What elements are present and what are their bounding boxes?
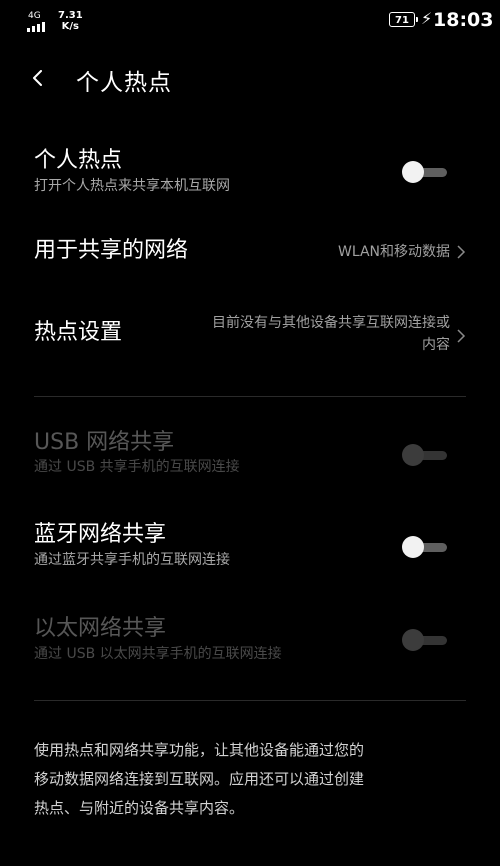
footer-description: 使用热点和网络共享功能，让其他设备能通过您的 移动数据网络连接到互联网。应用还可… [34, 736, 466, 823]
status-bar: 4G 7.31 K/s 71 ⚡ 18:03 [0, 0, 500, 40]
ethernet-tethering-subtitle: 通过 USB 以太网共享手机的互联网连接 [34, 646, 282, 662]
bluetooth-tethering-row[interactable]: 蓝牙网络共享 通过蓝牙共享手机的互联网连接 [0, 522, 500, 574]
network-type: 4G [28, 11, 41, 21]
usb-tethering-title: USB 网络共享 [34, 430, 175, 455]
charging-icon: ⚡ [421, 9, 433, 28]
ethernet-tethering-toggle [402, 628, 448, 652]
hotspot-title: 个人热点 [34, 148, 123, 173]
signal-icon [27, 22, 45, 32]
chevron-right-icon [457, 245, 466, 259]
section-divider [34, 700, 466, 701]
footer-line: 移动数据网络连接到互联网。应用还可以通过创建 [34, 770, 365, 788]
hotspot-row[interactable]: 个人热点 打开个人热点来共享本机互联网 [0, 148, 500, 208]
hotspot-settings-value-line2: 内容 [422, 337, 450, 353]
network-speed: 7.31 K/s [58, 10, 83, 32]
chevron-right-icon [457, 329, 466, 343]
speed-unit: K/s [61, 21, 80, 32]
usb-tethering-subtitle: 通过 USB 共享手机的互联网连接 [34, 459, 240, 475]
hotspot-settings-row[interactable]: 热点设置 目前没有与其他设备共享互联网连接或 内容 [0, 310, 500, 362]
ethernet-tethering-title: 以太网络共享 [34, 616, 167, 641]
battery-icon: 71 [389, 12, 418, 27]
hotspot-settings-value: 目前没有与其他设备共享互联网连接或 内容 [212, 312, 450, 356]
sharing-network-value: WLAN和移动数据 [337, 244, 450, 260]
chevron-left-icon[interactable] [30, 70, 46, 86]
speed-value: 7.31 [58, 10, 83, 21]
usb-tethering-toggle [402, 443, 448, 467]
bluetooth-tethering-subtitle: 通过蓝牙共享手机的互联网连接 [34, 552, 230, 568]
section-divider [34, 396, 466, 397]
bluetooth-tethering-toggle[interactable] [402, 535, 448, 559]
hotspot-settings-title: 热点设置 [34, 320, 123, 345]
footer-line: 热点、与附近的设备共享内容。 [34, 799, 245, 817]
sharing-network-title: 用于共享的网络 [34, 238, 189, 263]
clock: 18:03 [433, 9, 494, 31]
footer-line: 使用热点和网络共享功能，让其他设备能通过您的 [34, 741, 365, 759]
bluetooth-tethering-title: 蓝牙网络共享 [34, 522, 167, 547]
hotspot-subtitle: 打开个人热点来共享本机互联网 [34, 178, 230, 194]
hotspot-toggle[interactable] [402, 160, 448, 184]
battery-level: 71 [395, 15, 409, 26]
ethernet-tethering-row: 以太网络共享 通过 USB 以太网共享手机的互联网连接 [0, 616, 500, 668]
app-bar: 个人热点 [0, 58, 500, 108]
page-title: 个人热点 [76, 70, 172, 96]
hotspot-settings-value-line1: 目前没有与其他设备共享互联网连接或 [212, 315, 450, 331]
usb-tethering-row: USB 网络共享 通过 USB 共享手机的互联网连接 [0, 430, 500, 482]
sharing-network-row[interactable]: 用于共享的网络 WLAN和移动数据 [0, 238, 500, 268]
